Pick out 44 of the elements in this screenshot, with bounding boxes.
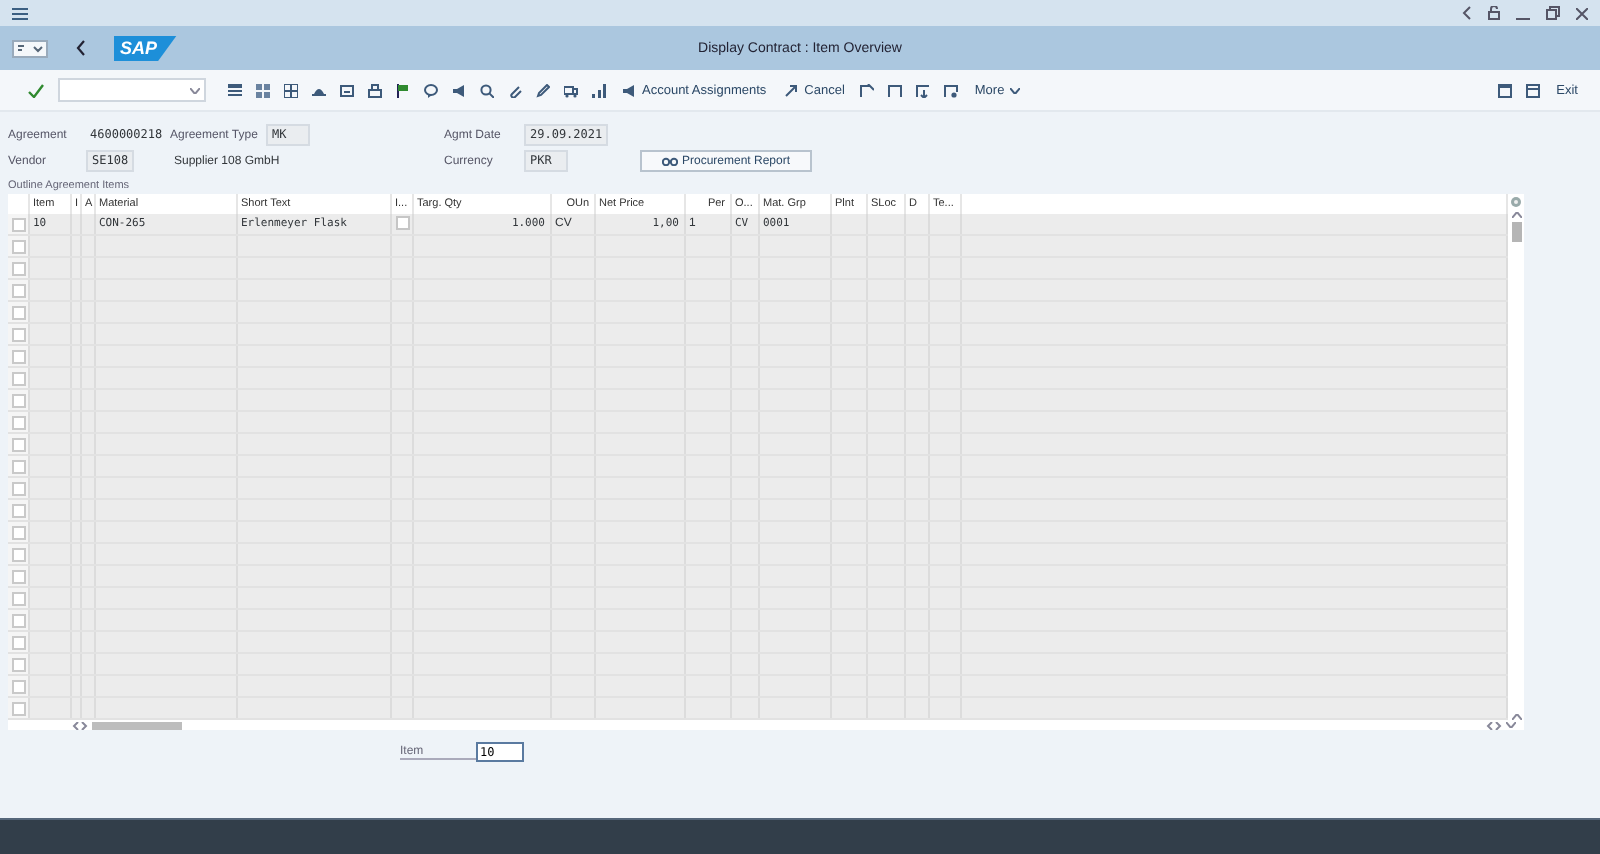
command-field[interactable] xyxy=(58,78,206,102)
checkbox[interactable] xyxy=(395,216,409,231)
list-icon[interactable] xyxy=(228,83,242,97)
hat-icon[interactable] xyxy=(312,83,326,97)
scroll-up-icon[interactable] xyxy=(1511,714,1521,720)
menu-icon[interactable] xyxy=(12,7,28,19)
bar-chart-icon[interactable] xyxy=(592,83,606,97)
caret-icon xyxy=(190,87,200,93)
table-icon[interactable] xyxy=(284,83,298,97)
command-field-icon[interactable] xyxy=(12,39,48,57)
flag-icon[interactable] xyxy=(396,83,410,97)
scrollbar-thumb[interactable] xyxy=(92,721,182,729)
chat-icon[interactable] xyxy=(424,83,438,97)
caret-icon xyxy=(1010,87,1021,93)
scrollbar-thumb[interactable] xyxy=(1511,222,1521,242)
scroll-up-icon[interactable] xyxy=(1511,212,1521,218)
screen-icon[interactable] xyxy=(340,83,354,97)
scroll-arrows-icon[interactable] xyxy=(1486,721,1502,729)
page-icon[interactable] xyxy=(860,83,875,97)
pen-icon[interactable] xyxy=(536,83,550,97)
scroll-arrows-icon[interactable] xyxy=(72,721,88,729)
printer-icon[interactable] xyxy=(368,83,382,97)
arrow-icon xyxy=(784,83,799,97)
settings-icon[interactable] xyxy=(1510,196,1522,208)
restore-icon[interactable] xyxy=(1546,6,1560,20)
lock-icon[interactable] xyxy=(1488,6,1500,20)
close-icon[interactable] xyxy=(1576,7,1588,19)
checkmark-icon[interactable] xyxy=(28,83,44,97)
megaphone-icon xyxy=(622,83,636,97)
page-down-icon[interactable] xyxy=(916,83,931,97)
truck-icon[interactable] xyxy=(564,83,578,97)
back-icon[interactable] xyxy=(1462,6,1472,20)
paperclip-icon[interactable] xyxy=(508,83,522,97)
window-icon[interactable] xyxy=(1498,83,1513,97)
page-icon[interactable] xyxy=(888,83,903,97)
page-icon[interactable] xyxy=(944,83,959,97)
scroll-down-icon[interactable] xyxy=(1506,722,1516,728)
back-icon[interactable] xyxy=(76,40,86,56)
megaphone-icon[interactable] xyxy=(452,83,466,97)
window-icon[interactable] xyxy=(1526,83,1541,97)
logo: SAP xyxy=(114,35,178,61)
grid-icon[interactable] xyxy=(256,83,270,97)
search-icon[interactable] xyxy=(480,83,494,97)
glasses-icon xyxy=(661,156,678,166)
